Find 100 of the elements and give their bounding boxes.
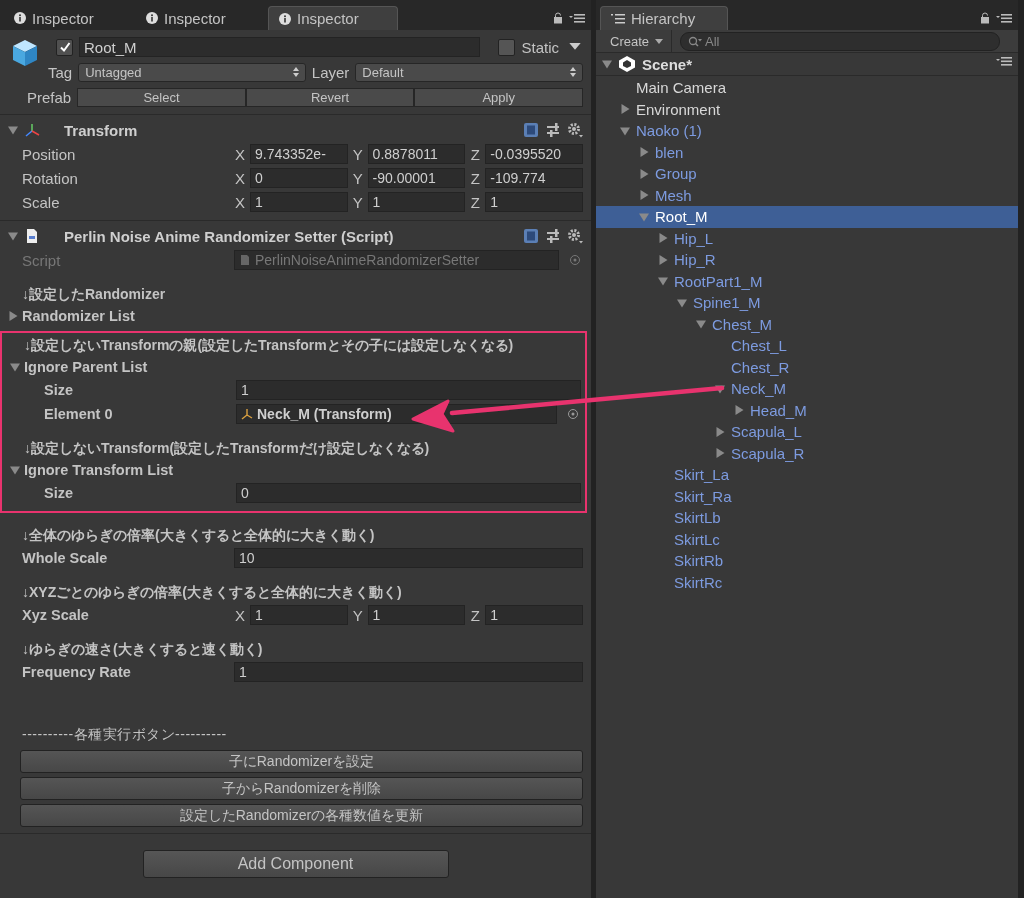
collapsed-arrow-icon[interactable]	[715, 448, 725, 459]
settings-icon[interactable]	[567, 122, 583, 138]
note-text: ↓設定しないTransform(設定したTransformだけ設定しなくなる)	[23, 439, 431, 458]
collapsed-arrow-icon[interactable]	[658, 233, 668, 244]
expanded-arrow-icon[interactable]	[602, 59, 612, 69]
hierarchy-item[interactable]: SkirtRc	[596, 571, 1018, 593]
component-title[interactable]: Transform	[64, 121, 138, 139]
search-field[interactable]: All	[680, 31, 1000, 51]
hierarchy-item[interactable]: RootPart1_M	[596, 270, 1018, 292]
hierarchy-item[interactable]: Mesh	[596, 184, 1018, 206]
menu-icon[interactable]	[996, 55, 1012, 66]
object-picker-icon[interactable]	[569, 254, 581, 266]
object-picker-icon[interactable]	[567, 408, 579, 420]
number-field[interactable]: 1	[236, 380, 581, 400]
hierarchy-item[interactable]: Skirt_Ra	[596, 485, 1018, 507]
sliders-icon[interactable]	[545, 228, 561, 244]
hierarchy-tab[interactable]: Hierarchy	[600, 6, 728, 30]
tag-dropdown[interactable]: Untagged	[78, 62, 306, 82]
lock-icon[interactable]	[980, 12, 990, 24]
action-button[interactable]: 子にRandomizerを設定	[20, 750, 583, 773]
hierarchy-item[interactable]: Scapula_R	[596, 442, 1018, 464]
hierarchy-item[interactable]: blen	[596, 141, 1018, 163]
number-field[interactable]: 9.743352e-	[249, 144, 348, 164]
collapsed-arrow-icon[interactable]	[8, 311, 18, 321]
name-field[interactable]: Root_M	[79, 37, 481, 57]
number-field[interactable]: -109.774	[485, 168, 583, 188]
collapsed-arrow-icon[interactable]	[658, 254, 668, 265]
expanded-arrow-icon[interactable]	[8, 231, 18, 241]
number-field[interactable]: 1	[249, 605, 348, 625]
number-field[interactable]: 0.8878011	[367, 144, 466, 164]
static-checkbox[interactable]	[498, 38, 516, 56]
hierarchy-item[interactable]: Chest_R	[596, 356, 1018, 378]
expanded-arrow-icon[interactable]	[10, 362, 20, 372]
action-button[interactable]: 設定したRandomizerの各種数値を更新	[20, 804, 583, 827]
hierarchy-item[interactable]: Scapula_L	[596, 421, 1018, 443]
hierarchy-item[interactable]: SkirtRb	[596, 550, 1018, 572]
list-foldout[interactable]: Ignore Transform List	[24, 462, 174, 478]
help-icon[interactable]	[523, 228, 539, 244]
hierarchy-item[interactable]: Skirt_La	[596, 464, 1018, 486]
inspector-tab[interactable]: Inspector	[268, 6, 398, 30]
menu-icon[interactable]	[569, 13, 585, 23]
component-title[interactable]: Perlin Noise Anime Randomizer Setter (Script)	[64, 227, 394, 245]
collapsed-arrow-icon[interactable]	[639, 190, 649, 201]
number-field[interactable]: 10	[234, 548, 583, 568]
prefab-button[interactable]: Apply	[414, 87, 583, 107]
list-foldout[interactable]: Ignore Parent List	[24, 359, 148, 375]
expanded-arrow-icon[interactable]	[658, 276, 668, 287]
list-foldout[interactable]: Randomizer List	[22, 308, 135, 324]
collapsed-arrow-icon[interactable]	[715, 426, 725, 437]
action-button[interactable]: 子からRandomizerを削除	[20, 777, 583, 800]
hierarchy-item[interactable]: Spine1_M	[596, 292, 1018, 314]
number-field[interactable]: 1	[485, 192, 583, 212]
number-field[interactable]: 1	[234, 662, 583, 682]
number-field[interactable]: 1	[367, 605, 466, 625]
number-field[interactable]: -0.0395520	[485, 144, 583, 164]
settings-icon[interactable]	[567, 228, 583, 244]
hierarchy-item[interactable]: SkirtLc	[596, 528, 1018, 550]
collapsed-arrow-icon[interactable]	[639, 168, 649, 179]
expanded-arrow-icon[interactable]	[620, 125, 630, 136]
sliders-icon[interactable]	[545, 122, 561, 138]
create-dropdown[interactable]: Create	[604, 30, 673, 52]
hierarchy-item[interactable]: Group	[596, 163, 1018, 185]
hierarchy-item[interactable]: Chest_L	[596, 335, 1018, 357]
collapsed-arrow-icon[interactable]	[639, 147, 649, 158]
expanded-arrow-icon[interactable]	[639, 211, 649, 222]
prefab-button[interactable]: Revert	[245, 87, 415, 107]
prefab-button[interactable]: Select	[77, 87, 246, 107]
hierarchy-item[interactable]: Hip_R	[596, 249, 1018, 271]
hierarchy-item[interactable]: Neck_M	[596, 378, 1018, 400]
hierarchy-item[interactable]: Environment	[596, 98, 1018, 120]
hierarchy-item[interactable]: Hip_L	[596, 227, 1018, 249]
axis-label: Z	[469, 145, 481, 163]
hierarchy-item[interactable]: Chest_M	[596, 313, 1018, 335]
expanded-arrow-icon[interactable]	[10, 465, 20, 475]
lock-icon[interactable]	[553, 12, 563, 24]
scene-title[interactable]: Scene*	[642, 55, 693, 73]
expanded-arrow-icon[interactable]	[696, 319, 706, 330]
hierarchy-item[interactable]: SkirtLb	[596, 507, 1018, 529]
hierarchy-item[interactable]: Main Camera	[596, 77, 1018, 99]
number-field[interactable]: -90.00001	[367, 168, 466, 188]
collapsed-arrow-icon[interactable]	[734, 405, 744, 416]
menu-icon[interactable]	[996, 13, 1012, 23]
number-field[interactable]: 0	[249, 168, 348, 188]
active-checkbox[interactable]	[56, 38, 73, 56]
number-field[interactable]: 0	[236, 483, 581, 503]
number-field[interactable]: 1	[367, 192, 466, 212]
expanded-arrow-icon[interactable]	[8, 125, 18, 135]
number-field[interactable]: 1	[485, 605, 583, 625]
add-component-button[interactable]: Add Component	[142, 850, 449, 878]
hierarchy-item[interactable]: Naoko (1)	[596, 120, 1018, 142]
number-field[interactable]: 1	[249, 192, 348, 212]
dropdown-arrow-icon[interactable]	[569, 43, 581, 51]
layer-dropdown[interactable]: Default	[355, 62, 583, 82]
expanded-arrow-icon[interactable]	[677, 297, 687, 308]
hierarchy-item[interactable]: Head_M	[596, 399, 1018, 421]
help-icon[interactable]	[523, 122, 539, 138]
inspector-tab[interactable]: Inspector	[136, 6, 266, 30]
hierarchy-item[interactable]: Root_M	[596, 206, 1018, 228]
inspector-tab[interactable]: Inspector	[4, 6, 134, 30]
collapsed-arrow-icon[interactable]	[620, 104, 630, 115]
